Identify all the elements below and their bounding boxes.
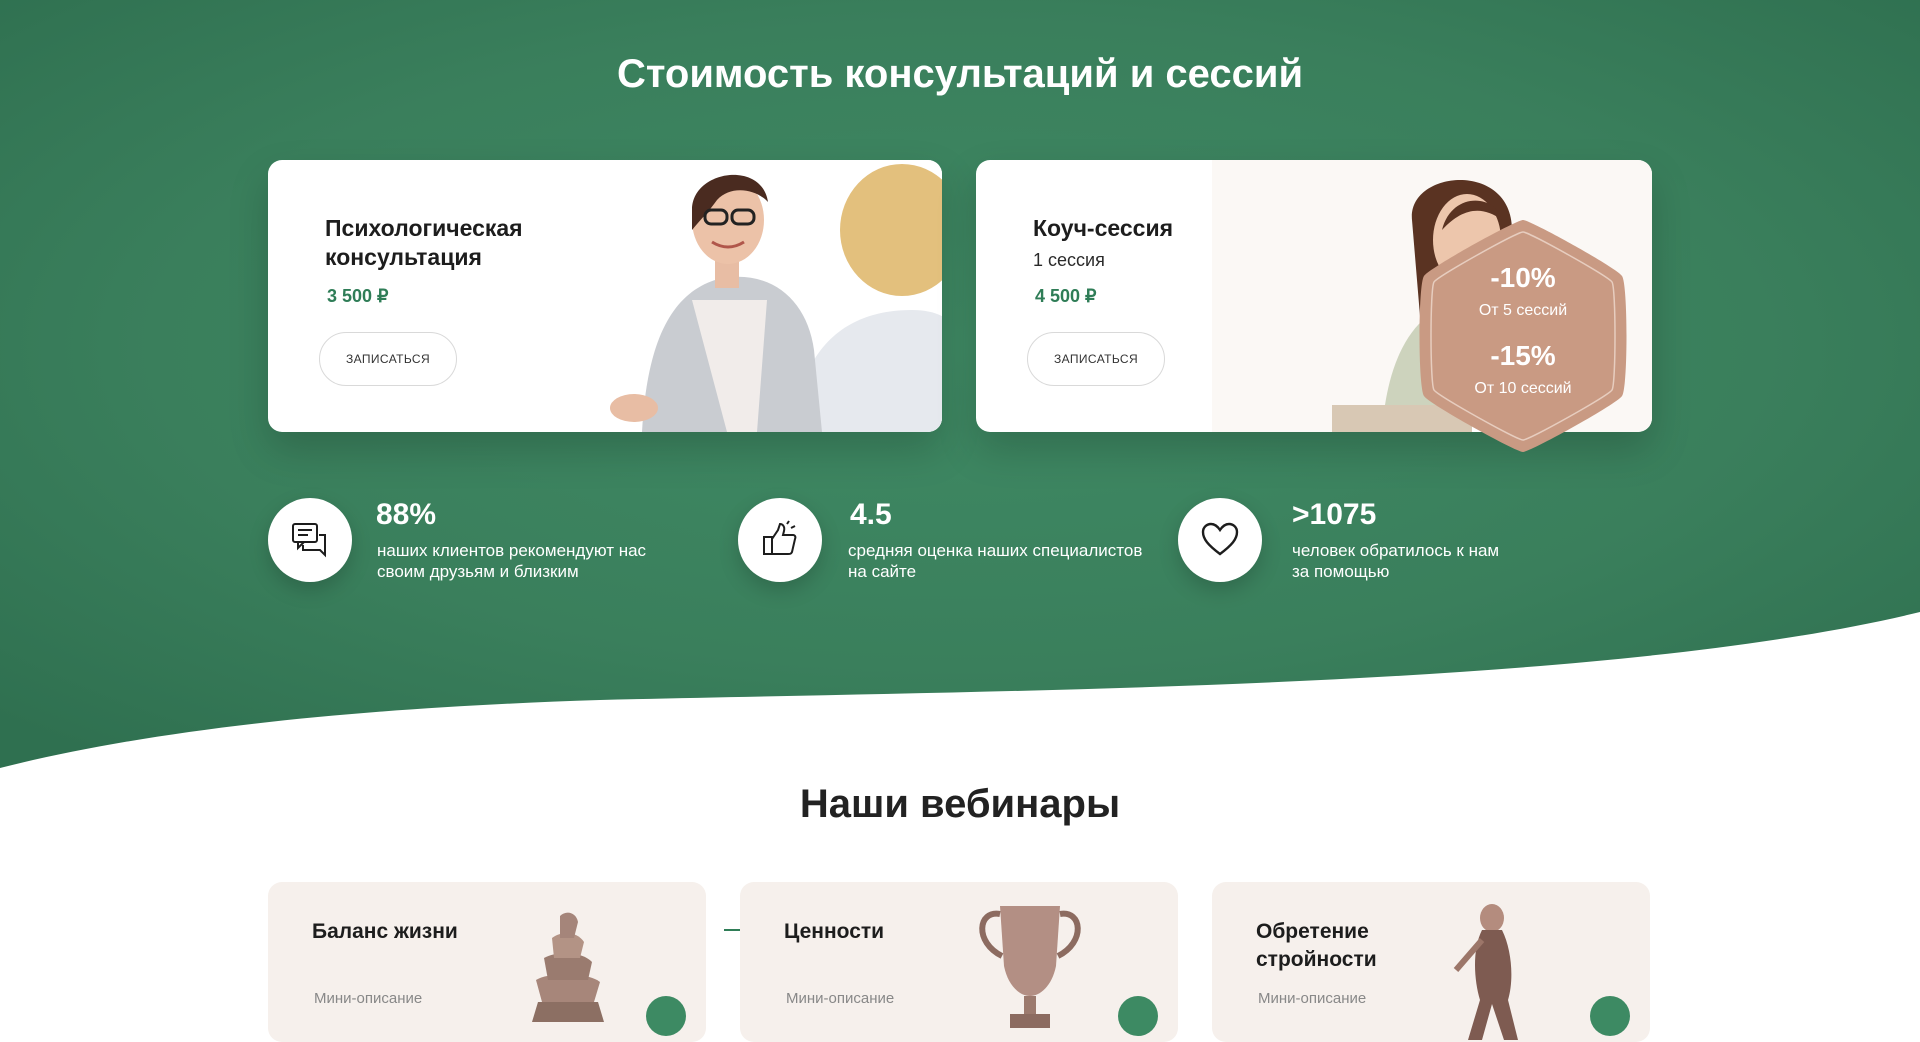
webinar-card[interactable]: Баланс жизни Мини-описание: [268, 882, 706, 1042]
stat-text: наших клиентов рекомендуют нас своим дру…: [377, 541, 647, 581]
stat-value: >1075: [1292, 498, 1377, 531]
stat-rating: 4.5 средняя оценка наших специалистов на…: [738, 498, 1142, 588]
hexagon-shape: [1419, 220, 1627, 452]
stacked-stones-image: [532, 912, 604, 1022]
webinar-title: Баланс жизни: [312, 920, 458, 943]
discount-percent: -10%: [1490, 262, 1556, 293]
webinar-open-button[interactable]: [646, 996, 686, 1036]
stat-value: 4.5: [850, 498, 892, 531]
webinar-open-button[interactable]: [1590, 996, 1630, 1036]
card-title: Психологическая консультация: [325, 215, 523, 270]
heart-icon: [1201, 522, 1239, 556]
discount-percent: -15%: [1490, 340, 1556, 371]
webinars-title: Наши вебинары: [799, 782, 1121, 826]
stat-icon-circle: [1178, 498, 1262, 582]
book-psych-consultation-button[interactable]: ЗАПИСАТЬСЯ: [319, 332, 457, 386]
stat-recommend: 88% наших клиентов рекомендуют нас своим…: [268, 498, 688, 588]
card-price: 3 500 ₽: [327, 286, 389, 306]
stat-clients: >1075 человек обратилось к нам за помощь…: [1178, 498, 1558, 588]
webinar-title: Ценности: [784, 920, 885, 943]
pricing-section: Стоимость консультаций и сессий Психолог…: [0, 0, 1920, 780]
pricing-title: Стоимость консультаций и сессий: [616, 52, 1304, 96]
psych-consultation-card: Психологическая консультация 3 500 ₽ ЗАП…: [268, 160, 942, 432]
card-price: 4 500 ₽: [1035, 286, 1097, 306]
card-title: Коуч-сессия: [1033, 215, 1174, 241]
discount-condition: От 5 сессий: [1478, 302, 1568, 319]
trophy-cup-image: [979, 906, 1081, 1028]
discount-badge: -10% От 5 сессий -15% От 10 сессий: [1412, 216, 1634, 456]
webinar-title: Обретение стройности: [1256, 920, 1377, 971]
webinar-card[interactable]: Обретение стройности Мини-описание: [1212, 882, 1650, 1042]
webinar-open-button[interactable]: [1118, 996, 1158, 1036]
psychologist-photo: [552, 160, 942, 432]
webinar-card[interactable]: Ценности Мини-описание: [740, 882, 1178, 1042]
stat-text: средняя оценка наших специалистов на сай…: [848, 541, 1143, 581]
webinar-description: Мини-описание: [314, 990, 423, 1007]
stat-icon-circle: [738, 498, 822, 582]
thumbs-up-icon: [763, 520, 797, 555]
card-subtitle: 1 сессия: [1033, 250, 1105, 270]
webinar-description: Мини-описание: [1258, 990, 1367, 1007]
webinar-description: Мини-описание: [786, 990, 895, 1007]
stat-icon-circle: [268, 498, 352, 582]
stat-value: 88%: [376, 498, 437, 531]
book-coach-session-button[interactable]: ЗАПИСАТЬСЯ: [1027, 332, 1165, 386]
chat-icon: [292, 523, 326, 558]
discount-condition: От 10 сессий: [1474, 380, 1572, 397]
stat-text: человек обратилось к нам за помощью: [1292, 541, 1500, 581]
